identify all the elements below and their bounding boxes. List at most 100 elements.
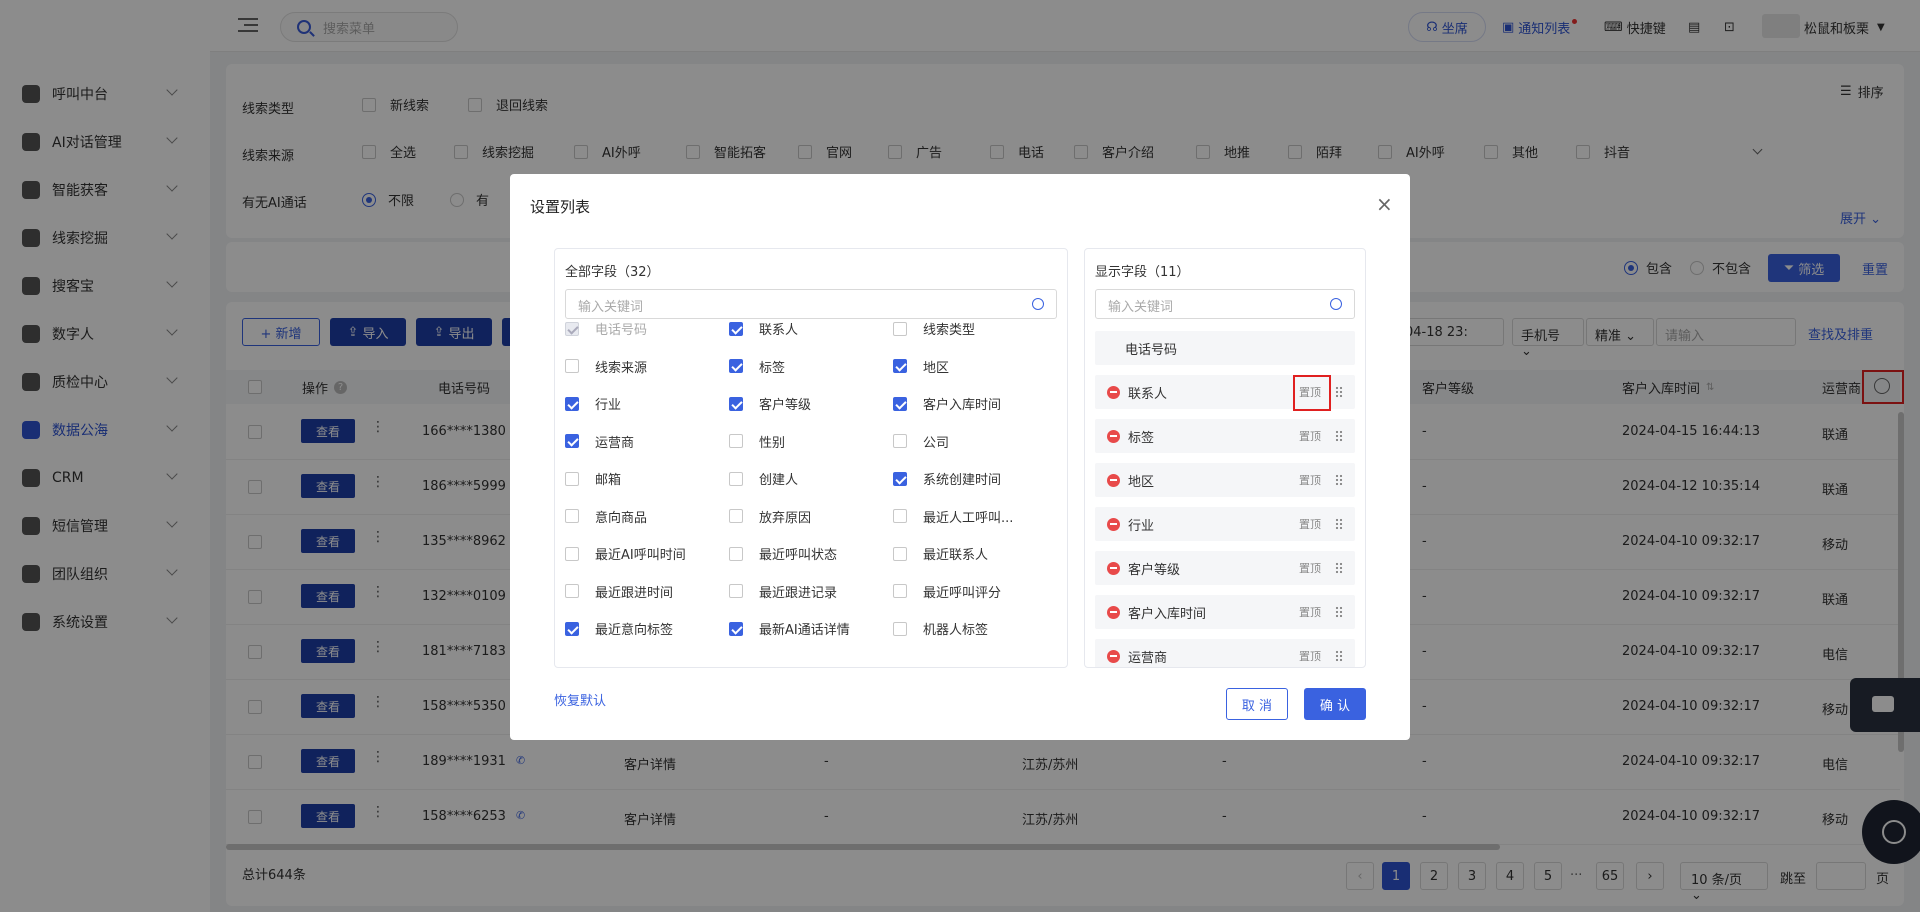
field-checkbox bbox=[729, 321, 743, 336]
field-checkbox bbox=[893, 584, 907, 598]
field-checkbox bbox=[729, 359, 743, 373]
remove-icon[interactable] bbox=[1107, 605, 1120, 619]
field-option[interactable]: 最近跟进记录 bbox=[729, 582, 837, 601]
drag-handle-icon[interactable] bbox=[1335, 518, 1343, 530]
field-checkbox bbox=[893, 621, 907, 636]
field-checkbox bbox=[893, 471, 907, 486]
confirm-button[interactable]: 确 认 bbox=[1304, 688, 1366, 720]
column-settings-modal: 设置列表 × 全部字段（32） 输入关键词 电话号码 联系人 线索类型 线索来源 标签地… bbox=[510, 174, 1410, 740]
field-option[interactable]: 最近人工呼叫... bbox=[893, 507, 1013, 526]
field-option[interactable]: 放弃原因 bbox=[729, 507, 811, 526]
field-label: 最近人工呼叫... bbox=[923, 510, 1014, 526]
pin-top-button[interactable]: 置顶 bbox=[1299, 472, 1321, 488]
field-option[interactable]: 最近呼叫评分 bbox=[893, 582, 1001, 601]
field-option[interactable]: 意向商品 bbox=[565, 507, 647, 526]
pin-top-button[interactable]: 置顶 bbox=[1299, 648, 1321, 664]
field-checkbox bbox=[893, 396, 907, 411]
field-label: 最近呼叫评分 bbox=[923, 585, 1002, 601]
cancel-button[interactable]: 取 消 bbox=[1226, 688, 1288, 720]
shown-fields-title: 显示字段（11） bbox=[1095, 265, 1190, 280]
modal-title: 设置列表 bbox=[530, 198, 591, 216]
search-icon bbox=[1032, 298, 1044, 310]
field-option[interactable]: 客户等级 bbox=[729, 394, 811, 413]
shown-field-item[interactable]: 行业 置顶 bbox=[1095, 507, 1355, 541]
field-option[interactable]: 联系人 bbox=[729, 319, 798, 338]
field-option[interactable]: 公司 bbox=[893, 432, 949, 451]
field-option[interactable]: 最近AI呼叫时间 bbox=[565, 544, 686, 563]
field-option[interactable]: 地区 bbox=[893, 357, 949, 376]
field-option[interactable]: 最近联系人 bbox=[893, 544, 988, 563]
pin-highlight bbox=[1293, 375, 1331, 411]
shown-field-item[interactable]: 地区 置顶 bbox=[1095, 463, 1355, 497]
pin-top-button[interactable]: 置顶 bbox=[1299, 428, 1321, 444]
drag-handle-icon[interactable] bbox=[1335, 606, 1343, 618]
pin-top-button[interactable]: 置顶 bbox=[1299, 560, 1321, 576]
field-checkbox bbox=[565, 546, 579, 561]
search-icon bbox=[1330, 298, 1342, 310]
field-label: 机器人标签 bbox=[923, 623, 989, 638]
field-label: 最近意向标签 bbox=[595, 623, 674, 638]
field-option[interactable]: 线索来源 bbox=[565, 357, 647, 376]
field-option[interactable]: 邮箱 bbox=[565, 469, 621, 488]
remove-icon[interactable] bbox=[1107, 473, 1120, 487]
shown-fields-panel: 显示字段（11） 输入关键词 电话号码 联系人 置顶 标签 置顶 地区 置顶 行业 置顶 客户等… bbox=[1084, 248, 1366, 668]
pin-top-button[interactable]: 置顶 bbox=[1299, 604, 1321, 620]
shown-field-fixed: 电话号码 bbox=[1095, 331, 1355, 365]
field-label: 最近AI呼叫时间 bbox=[595, 548, 686, 563]
field-label: 运营商 bbox=[595, 435, 635, 451]
field-label: 客户入库时间 bbox=[923, 398, 1002, 413]
field-option[interactable]: 线索类型 bbox=[893, 319, 975, 338]
field-label: 邮箱 bbox=[595, 473, 622, 488]
drag-handle-icon[interactable] bbox=[1335, 386, 1343, 398]
field-label: 放弃原因 bbox=[759, 510, 812, 526]
shown-fields-search-input[interactable]: 输入关键词 bbox=[1095, 289, 1355, 319]
drag-handle-icon[interactable] bbox=[1335, 474, 1343, 486]
field-option[interactable]: 最近呼叫状态 bbox=[729, 544, 837, 563]
field-option[interactable]: 最新AI通话详情 bbox=[729, 619, 850, 638]
restore-default-link[interactable]: 恢复默认 bbox=[554, 690, 606, 709]
field-option[interactable]: 最近意向标签 bbox=[565, 619, 673, 638]
pin-top-button[interactable]: 置顶 bbox=[1299, 516, 1321, 532]
field-option[interactable]: 性别 bbox=[729, 432, 785, 451]
field-label: 客户等级 bbox=[759, 398, 812, 413]
field-checkbox bbox=[893, 434, 907, 448]
shown-field-item[interactable]: 运营商 置顶 bbox=[1095, 639, 1355, 667]
shown-field-label: 客户入库时间 bbox=[1128, 606, 1207, 622]
field-option[interactable]: 创建人 bbox=[729, 469, 798, 488]
shown-field-label: 地区 bbox=[1128, 474, 1155, 490]
all-fields-search-input[interactable]: 输入关键词 bbox=[565, 289, 1057, 319]
shown-field-label: 行业 bbox=[1128, 518, 1155, 534]
all-fields-panel: 全部字段（32） 输入关键词 电话号码 联系人 线索类型 线索来源 标签 地区 行业 客户等级… bbox=[554, 248, 1068, 668]
remove-icon[interactable] bbox=[1107, 429, 1120, 443]
field-checkbox bbox=[729, 546, 743, 561]
shown-field-item[interactable]: 客户入库时间 置顶 bbox=[1095, 595, 1355, 629]
field-option[interactable]: 客户入库时间 bbox=[893, 394, 1001, 413]
drag-handle-icon[interactable] bbox=[1335, 650, 1343, 662]
field-label: 地区 bbox=[923, 360, 950, 376]
field-option[interactable]: 运营商 bbox=[565, 432, 634, 451]
field-option[interactable]: 机器人标签 bbox=[893, 619, 988, 638]
field-option[interactable]: 最近跟进时间 bbox=[565, 582, 673, 601]
field-checkbox bbox=[729, 509, 743, 523]
field-option[interactable]: 标签 bbox=[729, 357, 785, 376]
shown-field-item[interactable]: 标签 置顶 bbox=[1095, 419, 1355, 453]
field-checkbox bbox=[729, 471, 743, 486]
field-label: 标签 bbox=[759, 360, 786, 376]
remove-icon[interactable] bbox=[1107, 649, 1120, 663]
field-option[interactable]: 系统创建时间 bbox=[893, 469, 1001, 488]
field-label: 最近跟进时间 bbox=[595, 585, 674, 601]
shown-field-item[interactable]: 客户等级 置顶 bbox=[1095, 551, 1355, 585]
close-icon[interactable]: × bbox=[1376, 192, 1393, 216]
field-checkbox bbox=[729, 396, 743, 411]
remove-icon[interactable] bbox=[1107, 561, 1120, 575]
drag-handle-icon[interactable] bbox=[1335, 562, 1343, 574]
drag-handle-icon[interactable] bbox=[1335, 430, 1343, 442]
field-option: 电话号码 bbox=[565, 319, 647, 338]
field-checkbox bbox=[565, 584, 579, 598]
remove-icon[interactable] bbox=[1107, 385, 1120, 399]
field-option[interactable]: 行业 bbox=[565, 394, 621, 413]
field-checkbox bbox=[893, 509, 907, 523]
field-label: 系统创建时间 bbox=[923, 473, 1002, 488]
remove-icon[interactable] bbox=[1107, 517, 1120, 531]
field-checkbox bbox=[729, 621, 743, 636]
